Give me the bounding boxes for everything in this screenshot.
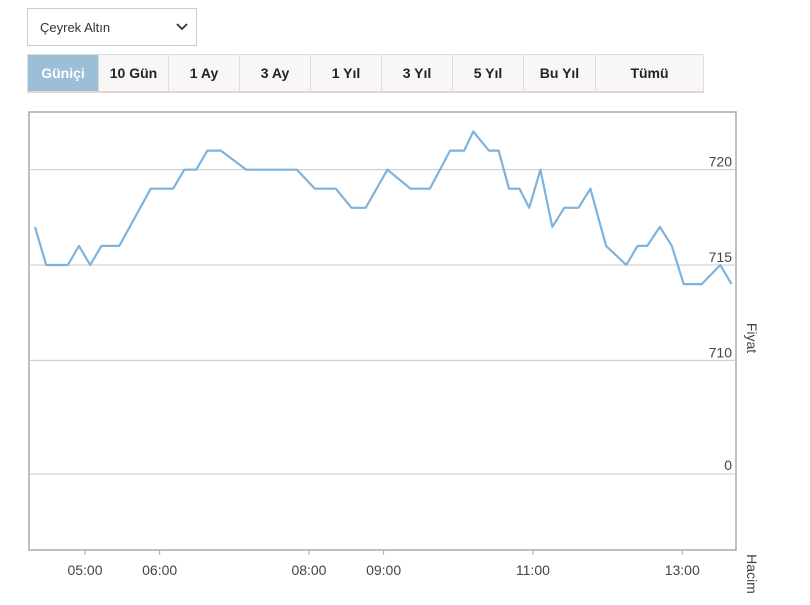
tab-3-ay[interactable]: 3 Ay: [240, 55, 311, 91]
tab-5-yil[interactable]: 5 Yıl: [453, 55, 524, 91]
instrument-select-value: Çeyrek Altın: [40, 20, 111, 35]
y-tick-label: 720: [709, 154, 733, 170]
tab-bu-yil[interactable]: Bu Yıl: [524, 55, 596, 91]
tab-tumu[interactable]: Tümü: [596, 55, 703, 91]
y-axis-title: Fiyat: [744, 323, 760, 353]
y-tick-label: 715: [709, 249, 733, 265]
x-tick-label: 11:00: [516, 562, 550, 578]
tab-1-yil[interactable]: 1 Yıl: [311, 55, 382, 91]
x-tick-label: 09:00: [366, 562, 401, 578]
period-tabs: Güniçi 10 Gün 1 Ay 3 Ay 1 Yıl 3 Yıl 5 Yı…: [27, 54, 704, 93]
volume-axis-title: Hacim: [744, 554, 760, 594]
x-tick-label: 05:00: [67, 562, 102, 578]
tab-gunici[interactable]: Güniçi: [28, 55, 99, 91]
volume-tick-label: 0: [724, 457, 732, 473]
x-tick-label: 08:00: [291, 562, 326, 578]
tab-3-yil[interactable]: 3 Yıl: [382, 55, 453, 91]
price-series-line: [33, 130, 733, 286]
instrument-select[interactable]: Çeyrek Altın: [27, 8, 197, 46]
x-tick-label: 13:00: [665, 562, 700, 578]
y-tick-label: 710: [709, 344, 733, 360]
x-tick-label: 06:00: [142, 562, 177, 578]
chevron-down-icon: [176, 23, 188, 31]
tab-10-gun[interactable]: 10 Gün: [99, 55, 169, 91]
price-chart: 710 715 720 0 05:00 06:00 08:00 09:00 11:00 13:00…: [28, 111, 760, 594]
tab-1-ay[interactable]: 1 Ay: [169, 55, 240, 91]
